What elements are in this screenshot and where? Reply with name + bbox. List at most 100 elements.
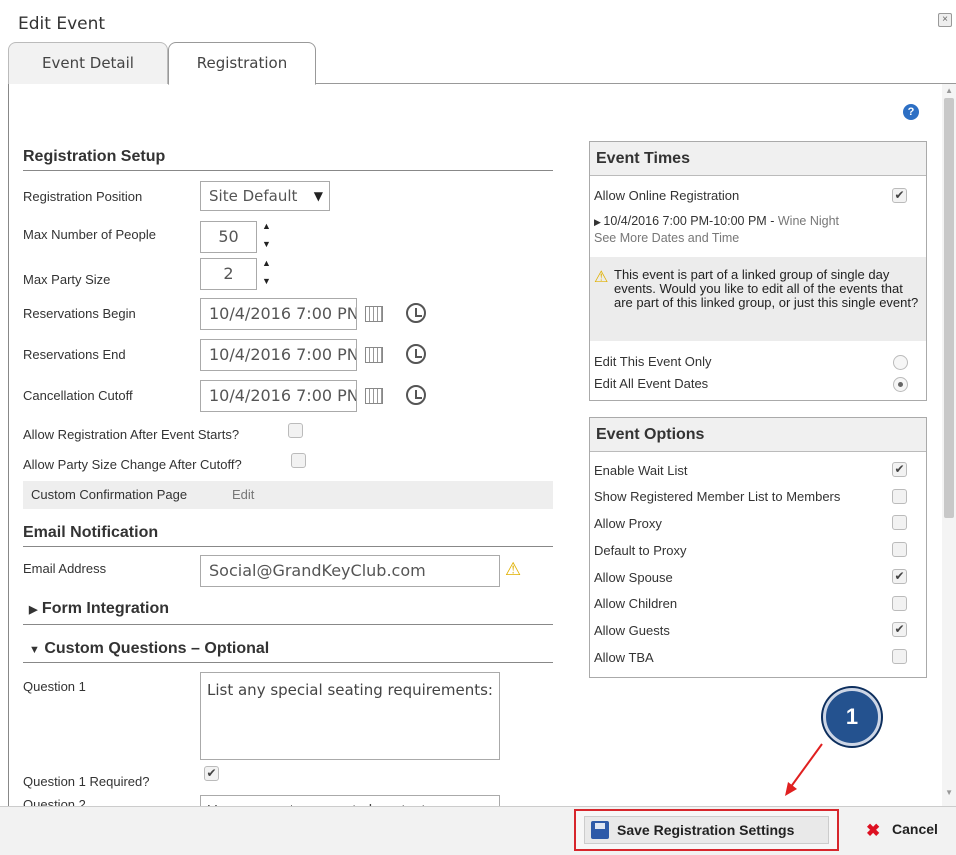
callout-arrow [785, 743, 823, 796]
title-bar: Edit Event × [0, 0, 956, 42]
see-more-dates-link[interactable]: See More Dates and Time [594, 231, 739, 245]
tab-event-detail[interactable]: Event Detail [8, 42, 168, 84]
event-date-range: 10/4/2016 7:00 PM-10:00 PM [603, 214, 767, 228]
event-times-panel: Event Times Allow Online Registration ✔ … [589, 141, 927, 401]
question-2-label: Question 2 [23, 797, 86, 806]
custom-questions-heading: Custom Questions – Optional [44, 640, 270, 657]
option-label: Allow Children [594, 596, 678, 611]
event-times-heading: Event Times [590, 142, 926, 176]
linked-event-warning-text: This event is part of a linked group of … [614, 267, 919, 310]
show-member-list-checkbox[interactable] [892, 489, 907, 504]
res-end-label: Reservations End [23, 347, 126, 362]
calendar-icon[interactable] [365, 388, 383, 404]
email-address-label: Email Address [23, 561, 107, 576]
allow-guests-checkbox[interactable]: ✔ [892, 622, 907, 637]
cancel-cutoff-input[interactable]: 10/4/2016 7:00 PN [200, 380, 357, 412]
allow-proxy-checkbox[interactable] [892, 515, 907, 530]
linked-event-warning: ⚠ This event is part of a linked group o… [590, 257, 926, 341]
option-label: Enable Wait List [594, 463, 688, 478]
divider [23, 546, 553, 547]
max-people-input[interactable]: 50 [200, 221, 257, 253]
event-date-line[interactable]: ▶ 10/4/2016 7:00 PM-10:00 PM - Wine Nigh… [594, 214, 839, 228]
save-registration-settings-button[interactable]: Save Registration Settings [584, 816, 829, 844]
form-integration-heading: Form Integration [41, 600, 170, 617]
clock-icon[interactable] [406, 385, 426, 405]
email-notification-heading: Email Notification [23, 524, 159, 541]
help-icon[interactable]: ? [903, 104, 919, 120]
question-2-row: Question 2 Use spaces to separate long t… [23, 795, 553, 806]
window-title: Edit Event [18, 14, 106, 34]
edit-this-event-radio[interactable] [893, 355, 908, 370]
divider [23, 624, 553, 625]
allow-party-change-label: Allow Party Size Change After Cutoff? [23, 457, 242, 472]
custom-confirmation-label: Custom Confirmation Page [31, 487, 188, 502]
option-label: Show Registered Member List to Members [594, 489, 841, 504]
option-label: Allow TBA [594, 650, 654, 665]
res-begin-label: Reservations Begin [23, 306, 136, 321]
dropdown-arrow-icon: ▼ [313, 189, 323, 203]
option-label: Allow Proxy [594, 516, 662, 531]
content-border [8, 84, 9, 812]
cancel-button[interactable]: Cancel [892, 821, 938, 837]
registration-position-select[interactable]: Site Default ▼ [200, 181, 330, 211]
allow-party-change-checkbox[interactable] [291, 453, 306, 468]
calendar-icon[interactable] [365, 347, 383, 363]
allow-spouse-checkbox[interactable]: ✔ [892, 569, 907, 584]
caret-right-icon: ▶ [29, 604, 38, 616]
scroll-down-icon[interactable]: ▼ [945, 788, 953, 797]
email-address-input[interactable]: Social@GrandKeyClub.com [200, 555, 500, 587]
question-1-label: Question 1 [23, 679, 86, 694]
floppy-disk-icon [591, 821, 609, 839]
warning-icon: ⚠ [594, 269, 609, 286]
cancel-x-icon[interactable]: ✖ [866, 822, 886, 840]
max-people-label: Max Number of People [23, 227, 156, 242]
event-date-name: Wine Night [777, 214, 840, 228]
max-party-input[interactable]: 2 [200, 258, 257, 290]
option-label: Default to Proxy [594, 543, 687, 558]
allow-children-checkbox[interactable] [892, 596, 907, 611]
event-options-heading: Event Options [590, 418, 926, 452]
registration-position-value: Site Default [209, 187, 298, 205]
custom-confirmation-edit-link[interactable]: Edit [232, 487, 254, 502]
question-1-required-checkbox[interactable]: ✔ [204, 766, 219, 781]
tab-strip: Event Detail Registration [8, 42, 956, 85]
save-button-label: Save Registration Settings [617, 822, 795, 838]
scroll-up-icon[interactable]: ▲ [945, 86, 953, 95]
allow-after-start-checkbox[interactable] [288, 423, 303, 438]
allow-tba-checkbox[interactable] [892, 649, 907, 664]
edit-all-events-label: Edit All Event Dates [594, 376, 709, 391]
edit-this-event-label: Edit This Event Only [594, 354, 712, 369]
max-people-stepper-icon[interactable]: ▲ ▼ [262, 222, 274, 249]
save-highlight-box: Save Registration Settings [574, 809, 839, 851]
registration-position-label: Registration Position [23, 189, 143, 204]
tab-registration[interactable]: Registration [168, 42, 316, 85]
edit-all-events-radio[interactable] [893, 377, 908, 392]
warning-icon: ⚠ [505, 559, 522, 579]
res-end-input[interactable]: 10/4/2016 7:00 PN [200, 339, 357, 371]
calendar-icon[interactable] [365, 306, 383, 322]
question-1-textarea[interactable]: List any special seating requirements: [200, 672, 500, 760]
enable-wait-list-checkbox[interactable]: ✔ [892, 462, 907, 477]
res-begin-input[interactable]: 10/4/2016 7:00 PN [200, 298, 357, 330]
question-2-textarea[interactable]: Use spaces to separate long text [200, 795, 500, 806]
allow-after-start-label: Allow Registration After Event Starts? [23, 427, 240, 442]
event-options-panel: Event Options Enable Wait List ✔ Show Re… [589, 417, 927, 678]
caret-right-icon: ▶ [594, 217, 604, 227]
event-date-separator: - [770, 214, 775, 228]
max-party-label: Max Party Size [23, 272, 111, 287]
cancel-cutoff-label: Cancellation Cutoff [23, 388, 133, 403]
clock-icon[interactable] [406, 303, 426, 323]
max-party-stepper-icon[interactable]: ▲ ▼ [262, 259, 274, 286]
divider [23, 662, 553, 663]
custom-questions-toggle[interactable]: ▼ Custom Questions – Optional [29, 640, 269, 658]
allow-online-checkbox[interactable]: ✔ [892, 188, 907, 203]
default-to-proxy-checkbox[interactable] [892, 542, 907, 557]
question-1-required-label: Question 1 Required? [23, 774, 150, 789]
option-label: Allow Spouse [594, 570, 673, 585]
form-integration-toggle[interactable]: ▶ Form Integration [29, 600, 169, 618]
clock-icon[interactable] [406, 344, 426, 364]
scrollbar-thumb[interactable] [944, 98, 954, 518]
divider [23, 170, 553, 171]
close-icon[interactable]: × [938, 13, 952, 27]
caret-down-icon: ▼ [29, 644, 40, 656]
